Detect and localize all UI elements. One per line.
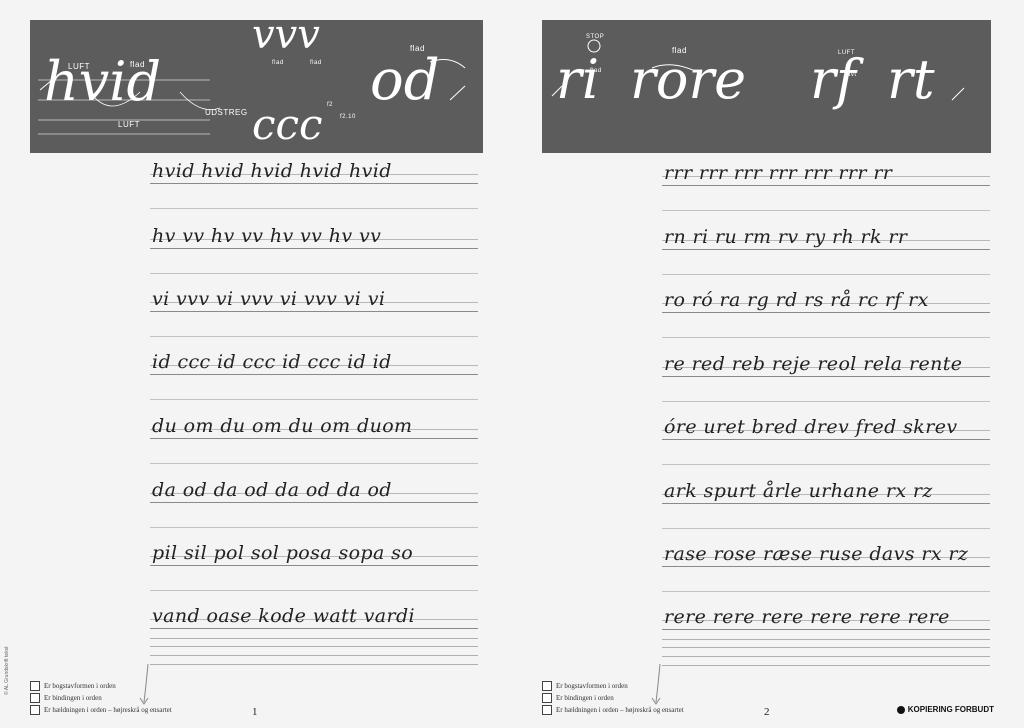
right-worksheet-page: ri rore rf rt STOP flad flad LUFT dvt rr… bbox=[512, 0, 1024, 728]
page-number: 1 bbox=[252, 706, 258, 718]
writing-row[interactable]: du om du om du om duom bbox=[150, 415, 478, 487]
checkbox[interactable] bbox=[542, 681, 552, 691]
model-text: óre uret bred drev fred skrev bbox=[664, 416, 958, 438]
annotation-luft: LUFT bbox=[118, 120, 140, 129]
checkbox[interactable] bbox=[542, 693, 552, 703]
writing-row[interactable]: vand oase kode watt vardi bbox=[150, 605, 478, 637]
checklist-label: Er hældningen i orden – højreskrå og ens… bbox=[556, 706, 684, 714]
annotation-flad: flad bbox=[130, 60, 145, 69]
checklist-label: Er bogstavformen i orden bbox=[556, 682, 628, 690]
model-text: ark spurt årle urhane rx rz bbox=[664, 480, 933, 502]
checklist-label: Er hældningen i orden – højreskrå og ens… bbox=[44, 706, 172, 714]
annotation-udstreg: UDSTREG bbox=[205, 108, 248, 117]
model-text: rrr rrr rrr rrr rrr rrr rr bbox=[664, 162, 893, 184]
copy-forbidden-icon bbox=[896, 705, 905, 714]
model-text: vand oase kode watt vardi bbox=[152, 605, 415, 627]
writing-row[interactable]: hvid hvid hvid hvid hvid bbox=[150, 160, 478, 232]
model-text: re red reb reje reol rela rente bbox=[664, 353, 963, 375]
banner-word-ri: ri bbox=[556, 48, 600, 111]
annotation-flad: flad bbox=[590, 68, 602, 74]
model-text: id ccc id ccc id ccc id id bbox=[152, 351, 392, 373]
page-number: 2 bbox=[764, 706, 770, 718]
checklist-label: Er bindingen i orden bbox=[44, 694, 102, 702]
banner-word-rore: rore bbox=[630, 48, 747, 111]
banner-word-od: od bbox=[370, 48, 440, 113]
model-text: da od da od da od da od bbox=[152, 479, 392, 501]
copy-forbidden-label: KOPIERING FORBUDT bbox=[907, 705, 994, 714]
annotation-luft: LUFT bbox=[68, 62, 90, 71]
model-text: rere rere rere rere rere rere bbox=[664, 606, 950, 628]
model-text: pil sil pol sol posa sopa so bbox=[152, 542, 414, 564]
writing-row[interactable]: rrr rrr rrr rrr rrr rrr rr bbox=[662, 162, 990, 234]
banner-word-ccc: ccc bbox=[252, 100, 323, 149]
annotation-flad: flad bbox=[272, 60, 284, 66]
annotation-f2-10: f2.10 bbox=[340, 114, 356, 120]
banner-word-rf: rf bbox=[810, 48, 856, 111]
blank-practice-lines[interactable] bbox=[150, 638, 478, 666]
right-model-banner: ri rore rf rt STOP flad flad LUFT dvt bbox=[542, 20, 991, 153]
writing-row[interactable]: rere rere rere rere rere rere bbox=[662, 606, 990, 638]
annotation-flad: flad bbox=[672, 46, 687, 55]
writing-row[interactable]: óre uret bred drev fred skrev bbox=[662, 416, 990, 488]
copyright-note: © AL Grundskrift tekst bbox=[4, 646, 10, 695]
annotation-luft: LUFT bbox=[838, 50, 855, 56]
checklist-label: Er bindingen i orden bbox=[556, 694, 614, 702]
checkbox[interactable] bbox=[30, 681, 40, 691]
checkbox[interactable] bbox=[30, 705, 40, 715]
annotation-stop: STOP bbox=[586, 34, 605, 40]
model-text: rn ri ru rm rv ry rh rk rr bbox=[664, 226, 908, 248]
model-text: hv vv hv vv hv vv hv vv bbox=[152, 225, 382, 247]
annotation-flad: flad bbox=[310, 60, 322, 66]
self-check-list: Er bogstavformen i orden Er bindingen i … bbox=[30, 680, 172, 716]
model-text: vi vvv vi vvv vi vvv vi vi bbox=[152, 288, 386, 310]
annotation-f2: f2 bbox=[327, 102, 334, 108]
checkbox[interactable] bbox=[30, 693, 40, 703]
model-text: du om du om du om duom bbox=[152, 415, 413, 437]
self-check-list: Er bogstavformen i orden Er bindingen i … bbox=[542, 680, 684, 716]
left-worksheet-page: hvid vvv od ccc LUFT flad LUFT UDSTREG f… bbox=[0, 0, 512, 728]
model-text: hvid hvid hvid hvid hvid bbox=[152, 160, 392, 182]
banner-word-rt: rt bbox=[887, 48, 935, 111]
copy-forbidden-notice: KOPIERING FORBUDT bbox=[896, 705, 994, 714]
left-model-banner: hvid vvv od ccc LUFT flad LUFT UDSTREG f… bbox=[30, 12, 483, 153]
writing-row[interactable]: ro ró ra rg rd rs rå rc rf rx bbox=[662, 289, 990, 361]
checklist-label: Er bogstavformen i orden bbox=[44, 682, 116, 690]
banner-word-vvv: vvv bbox=[252, 12, 320, 58]
blank-practice-lines[interactable] bbox=[662, 639, 990, 667]
checkbox[interactable] bbox=[542, 705, 552, 715]
annotation-dvt: dvt bbox=[847, 72, 857, 78]
model-text: rase rose ræse ruse davs rx rz bbox=[664, 543, 969, 565]
annotation-flad: flad bbox=[410, 44, 425, 53]
writing-row[interactable]: id ccc id ccc id ccc id id bbox=[150, 351, 478, 423]
model-text: ro ró ra rg rd rs rå rc rf rx bbox=[664, 289, 929, 311]
